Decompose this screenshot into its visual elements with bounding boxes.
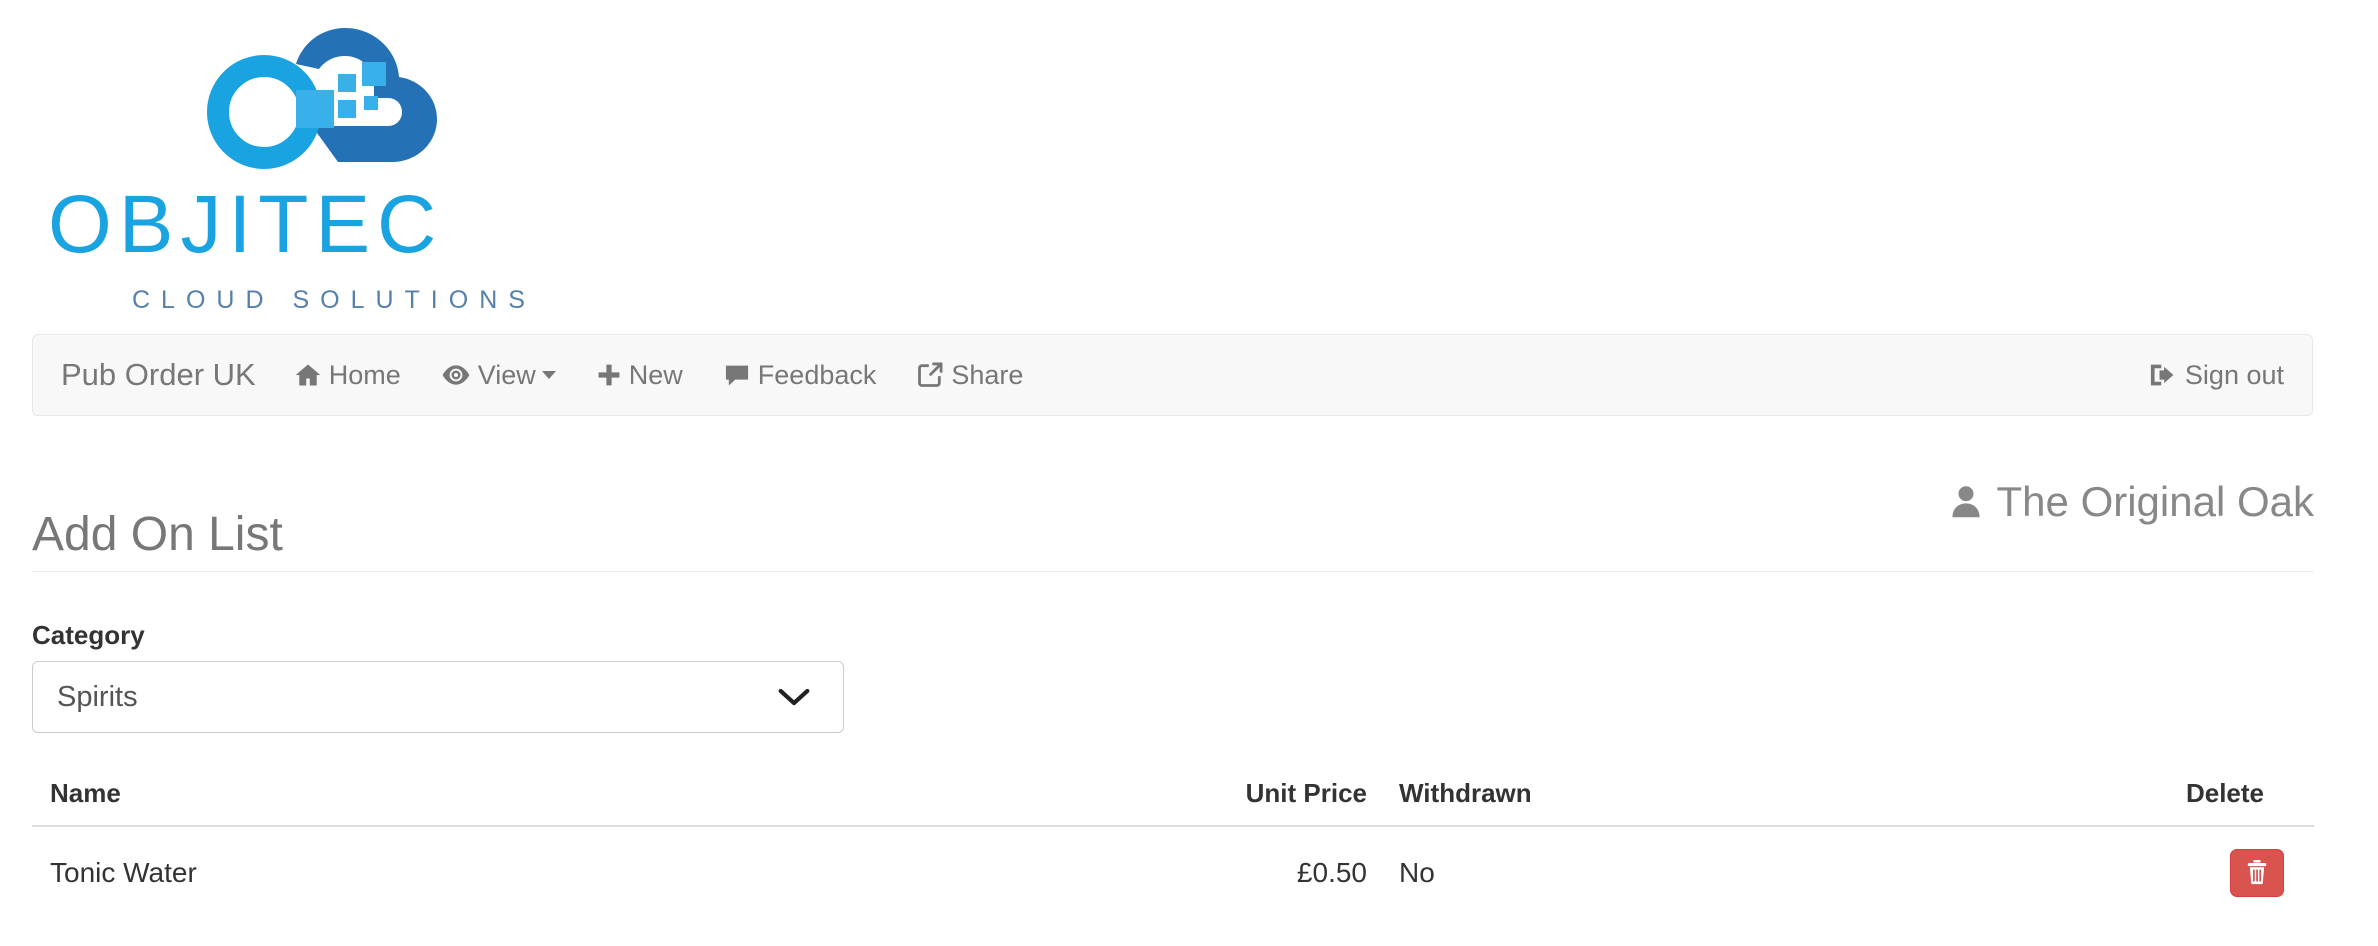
nav-item-share-label: Share: [951, 359, 1024, 390]
cell-delete: [1707, 826, 2314, 919]
home-icon: [294, 361, 322, 389]
navbar-brand[interactable]: Pub Order UK: [61, 357, 256, 393]
sign-out-label: Sign out: [2184, 359, 2284, 390]
page-header: Add On List The Original Oak: [32, 476, 2314, 572]
nav-item-home-label: Home: [328, 359, 401, 390]
account-name: The Original Oak: [1996, 478, 2314, 525]
table-head: Name Unit Price Withdrawn Delete: [32, 780, 2314, 827]
nav-item-view-label: View: [477, 359, 536, 390]
nav-item-feedback[interactable]: Feedback: [723, 359, 877, 391]
category-select-value: Spirits: [57, 680, 138, 713]
objitec-cloud-mark-icon: [188, 6, 448, 186]
sign-out-icon: [2148, 361, 2178, 389]
eye-icon: [441, 361, 471, 389]
user-icon: [1949, 484, 1983, 520]
account-indicator: The Original Oak: [1949, 478, 2314, 526]
category-form-group: Category Spirits: [32, 622, 852, 733]
chevron-down-icon: [777, 686, 811, 708]
category-select[interactable]: Spirits: [32, 661, 844, 733]
column-header-unit-price: Unit Price: [1217, 780, 1367, 827]
chevron-down-icon: [541, 371, 556, 379]
site-logo: OBJITEC CLOUD SOLUTIONS: [48, 6, 608, 316]
column-header-delete: Delete: [1707, 780, 2314, 827]
table-header-row: Name Unit Price Withdrawn Delete: [32, 780, 2314, 827]
cell-name: Tonic Water: [50, 857, 197, 888]
cell-unit-price: £0.50: [1296, 857, 1367, 888]
column-header-name: Name: [32, 780, 1217, 827]
add-on-list-table: Name Unit Price Withdrawn Delete Tonic W…: [32, 780, 2314, 919]
column-header-withdrawn: Withdrawn: [1367, 780, 1707, 827]
nav-item-feedback-label: Feedback: [757, 359, 877, 390]
table-body: Tonic Water £0.50 No: [32, 826, 2314, 919]
trash-icon: [2245, 859, 2269, 888]
delete-button[interactable]: [2230, 849, 2284, 897]
cell-withdrawn: No: [1399, 857, 1435, 888]
table-row: Tonic Water £0.50 No: [32, 826, 2314, 919]
sign-out-button[interactable]: Sign out: [2148, 360, 2284, 391]
nav-item-home[interactable]: Home: [294, 360, 401, 391]
plus-icon: [596, 361, 622, 389]
comment-icon: [723, 361, 751, 389]
nav-item-view[interactable]: View: [441, 360, 556, 391]
main-navbar: Pub Order UK Home View New Feedback Shar…: [32, 334, 2313, 416]
nav-item-new[interactable]: New: [596, 360, 683, 391]
logo-wordmark: OBJITEC: [48, 179, 444, 270]
nav-item-share[interactable]: Share: [916, 360, 1023, 391]
category-label: Category: [32, 620, 145, 650]
share-icon: [916, 361, 944, 389]
page-title: Add On List: [32, 508, 283, 562]
nav-item-new-label: New: [628, 359, 683, 390]
logo-tagline: CLOUD SOLUTIONS: [132, 286, 536, 314]
